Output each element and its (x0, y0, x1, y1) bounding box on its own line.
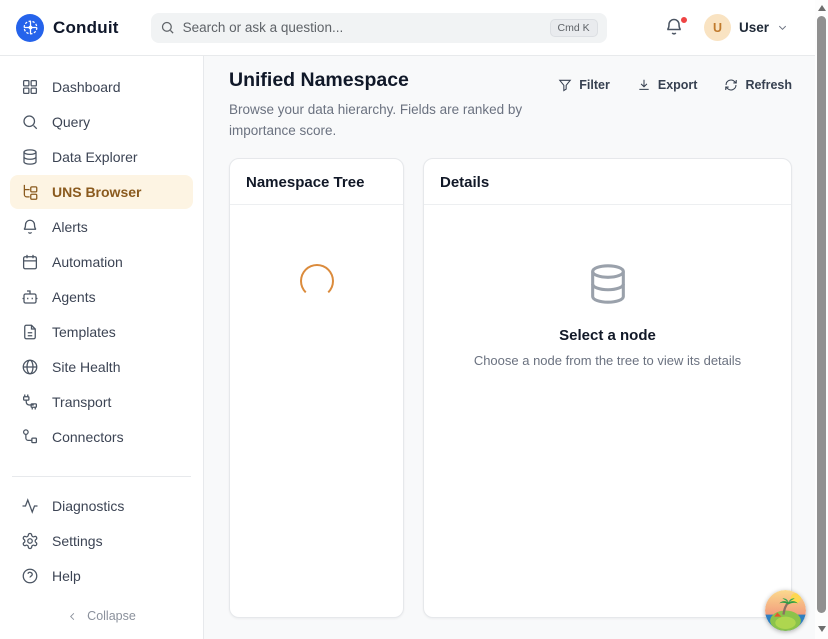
search-input[interactable] (183, 20, 550, 35)
activity-icon (21, 497, 39, 515)
filter-button[interactable]: Filter (558, 78, 610, 92)
global-search[interactable]: Cmd K (151, 13, 607, 43)
gear-icon (21, 532, 39, 550)
details-title: Details (424, 159, 791, 205)
main-content: Unified Namespace Browse your data hiera… (204, 56, 828, 639)
sidebar-item-site-health[interactable]: Site Health (10, 350, 193, 384)
top-bar: Conduit Cmd K U User (0, 0, 828, 56)
refresh-button[interactable]: Refresh (724, 78, 792, 92)
namespace-tree-title: Namespace Tree (230, 159, 403, 205)
connector-icon (21, 428, 39, 446)
chevron-left-icon (67, 611, 78, 622)
sidebar-item-templates[interactable]: Templates (10, 315, 193, 349)
collapse-label: Collapse (87, 609, 136, 623)
download-icon (637, 78, 651, 92)
brand-title: Conduit (53, 18, 119, 38)
help-circle-icon (21, 567, 39, 585)
sidebar-item-help[interactable]: Help (10, 559, 193, 593)
export-button[interactable]: Export (637, 78, 698, 92)
scrollbar-thumb[interactable] (817, 16, 826, 613)
sidebar-item-label: Templates (52, 324, 116, 340)
bell-icon (21, 218, 39, 236)
sidebar-item-label: Settings (52, 533, 103, 549)
sidebar-item-label: Agents (52, 289, 96, 305)
sidebar-item-label: Dashboard (52, 79, 121, 95)
sidebar-item-label: Diagnostics (52, 498, 124, 514)
chevron-down-icon (777, 22, 788, 33)
scroll-down-arrow[interactable] (818, 626, 826, 632)
empty-state-title: Select a node (559, 327, 656, 344)
avatar: U (704, 14, 731, 41)
details-panel: Details Select a node Choose a node from… (423, 158, 792, 618)
collapse-sidebar-button[interactable]: Collapse (10, 594, 193, 631)
sidebar-item-uns-browser[interactable]: UNS Browser (10, 175, 193, 209)
globe-icon (21, 358, 39, 376)
sidebar-item-label: Transport (52, 394, 111, 410)
page-header: Unified Namespace Browse your data hiera… (229, 69, 792, 142)
page-header-text: Unified Namespace Browse your data hiera… (229, 69, 558, 142)
page-subtitle: Browse your data hierarchy. Fields are r… (229, 100, 558, 142)
sidebar: Dashboard Query Data Explorer UNS Browse… (0, 56, 204, 639)
refresh-label: Refresh (745, 78, 792, 92)
calendar-icon (21, 253, 39, 271)
database-icon (585, 261, 631, 312)
sidebar-item-label: Site Health (52, 359, 120, 375)
file-text-icon (21, 323, 39, 341)
search-icon (160, 20, 175, 35)
sidebar-divider (12, 476, 191, 477)
sidebar-item-data-explorer[interactable]: Data Explorer (10, 140, 193, 174)
vertical-scrollbar[interactable] (815, 0, 828, 639)
sidebar-item-dashboard[interactable]: Dashboard (10, 70, 193, 104)
app-logo[interactable]: Conduit (16, 14, 119, 42)
sidebar-item-alerts[interactable]: Alerts (10, 210, 193, 244)
user-menu[interactable]: U User (704, 14, 788, 41)
topbar-right-group: U User (664, 14, 812, 41)
user-name: User (739, 20, 769, 35)
funnel-icon (558, 78, 572, 92)
sidebar-item-query[interactable]: Query (10, 105, 193, 139)
sidebar-item-label: Alerts (52, 219, 88, 235)
export-label: Export (658, 78, 698, 92)
sidebar-item-label: Data Explorer (52, 149, 138, 165)
island-widget-button[interactable] (765, 590, 806, 631)
scroll-up-arrow[interactable] (818, 5, 826, 11)
sidebar-item-label: Automation (52, 254, 123, 270)
namespace-tree-body (230, 205, 403, 617)
sidebar-item-label: Help (52, 568, 81, 584)
sidebar-footer: Diagnostics Settings Help Collapse (10, 466, 193, 631)
empty-state-subtitle: Choose a node from the tree to view its … (474, 353, 741, 368)
keyboard-shortcut-badge: Cmd K (550, 19, 598, 37)
search-icon (21, 113, 39, 131)
page-title: Unified Namespace (229, 69, 558, 92)
sidebar-item-connectors[interactable]: Connectors (10, 420, 193, 454)
sidebar-item-agents[interactable]: Agents (10, 280, 193, 314)
notification-dot (680, 16, 688, 24)
cable-icon (21, 393, 39, 411)
loading-spinner (300, 264, 334, 298)
filter-label: Filter (579, 78, 610, 92)
details-empty-state: Select a node Choose a node from the tre… (424, 205, 791, 617)
sidebar-item-automation[interactable]: Automation (10, 245, 193, 279)
sidebar-item-label: Connectors (52, 429, 124, 445)
database-icon (21, 148, 39, 166)
bot-icon (21, 288, 39, 306)
globe-logo-icon (16, 14, 44, 42)
refresh-icon (724, 78, 738, 92)
sidebar-item-diagnostics[interactable]: Diagnostics (10, 489, 193, 523)
dashboard-grid-icon (21, 78, 39, 96)
page-actions: Filter Export Refresh (558, 69, 792, 92)
tree-icon (21, 183, 39, 201)
namespace-tree-panel: Namespace Tree (229, 158, 404, 618)
panels-row: Namespace Tree Details Select a node Cho… (229, 158, 792, 618)
tropical-island-icon (765, 590, 806, 631)
sidebar-item-label: UNS Browser (52, 184, 141, 200)
sidebar-item-label: Query (52, 114, 90, 130)
app-window: Conduit Cmd K U User Dashboard (0, 0, 828, 639)
sidebar-item-settings[interactable]: Settings (10, 524, 193, 558)
notifications-button[interactable] (664, 17, 686, 39)
sidebar-item-transport[interactable]: Transport (10, 385, 193, 419)
